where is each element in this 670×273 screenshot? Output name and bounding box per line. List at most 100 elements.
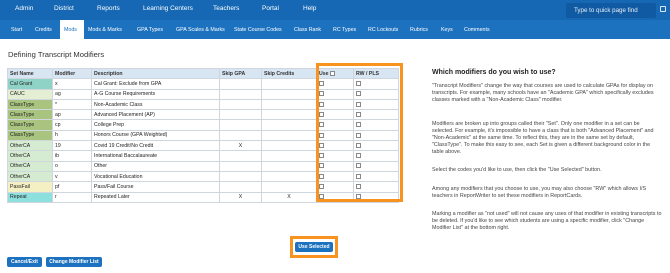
- description-cell: Covid 19 Credit/No Credit: [91, 140, 220, 152]
- modifier-cell: o: [52, 160, 92, 172]
- skip-credits-cell: [261, 119, 317, 131]
- skip-credits-cell: [261, 150, 317, 162]
- set-name-cell: OtherCA: [7, 170, 53, 183]
- menu-admin[interactable]: Admin: [15, 5, 33, 12]
- set-name-cell: ClassType: [7, 109, 53, 121]
- skip-gpa-cell: [219, 170, 262, 183]
- sub-nav-bar: Start Credits Mods & Marks GPA Types GPA…: [0, 20, 670, 39]
- tab-class-rank[interactable]: Class Rank: [294, 27, 321, 33]
- description-cell: College Prep: [91, 119, 220, 131]
- menu-help[interactable]: Help: [303, 5, 316, 12]
- skip-credits-cell: [261, 98, 317, 111]
- col-set-name: Set Name: [7, 67, 53, 80]
- skip-credits-cell: [261, 170, 317, 183]
- col-modifier: Modifier: [52, 67, 92, 80]
- tab-mods-marks[interactable]: Mods & Marks: [88, 27, 122, 33]
- set-name-cell: CAUC: [7, 88, 53, 100]
- tab-credits[interactable]: Credits: [35, 27, 52, 33]
- modifier-cell: ap: [52, 109, 92, 121]
- quick-find-input[interactable]: Type to quick page find: [566, 3, 656, 18]
- skip-gpa-cell: [219, 98, 262, 111]
- skip-credits-cell: [261, 88, 317, 100]
- side-paragraph-3: Select the codes you'd like to use, then…: [432, 167, 602, 173]
- menu-reports[interactable]: Reports: [97, 5, 120, 12]
- description-cell: International Baccalaureate: [91, 150, 220, 162]
- page-title: Defining Transcript Modifiers: [8, 50, 105, 59]
- skip-gpa-cell: [219, 78, 262, 90]
- tab-start[interactable]: Start: [11, 27, 22, 33]
- set-name-cell: ClassType: [7, 129, 53, 142]
- description-cell: Other: [91, 160, 220, 172]
- modifier-cell: *: [52, 98, 92, 111]
- description-cell: Advanced Placement (AP): [91, 109, 220, 121]
- skip-gpa-cell: [219, 109, 262, 121]
- col-skip-credits: Skip Credits: [261, 67, 317, 80]
- set-name-cell: Cal Grant: [7, 78, 53, 90]
- description-cell: Cal Grant: Exclude from GPA: [91, 78, 220, 90]
- skip-credits-cell: [261, 78, 317, 90]
- modifier-cell: pf: [52, 181, 92, 193]
- skip-credits-cell: [261, 129, 317, 142]
- skip-gpa-cell: [219, 150, 262, 162]
- modifier-cell: r: [52, 191, 92, 203]
- set-name-cell: OtherCA: [7, 160, 53, 172]
- side-heading: Which modifiers do you wish to use?: [432, 69, 556, 76]
- top-nav-bar: Admin District Reports Learning Centers …: [0, 0, 670, 20]
- menu-portal[interactable]: Portal: [262, 5, 279, 12]
- description-cell: A-G Course Requirements: [91, 88, 220, 100]
- skip-gpa-cell: [219, 129, 262, 142]
- side-paragraph-4: Among any modifiers that you choose to u…: [432, 186, 647, 199]
- tab-mods[interactable]: Mods: [64, 27, 77, 33]
- set-name-cell: PassFail: [7, 181, 53, 193]
- description-cell: Honors Course (GPA Weighted): [91, 129, 220, 142]
- tab-gpa-scales-marks[interactable]: GPA Scales & Marks: [176, 27, 225, 33]
- col-skip-gpa: Skip GPA: [219, 67, 262, 80]
- modifier-cell: ag: [52, 88, 92, 100]
- side-paragraph-2: Modifiers are broken up into groups call…: [432, 121, 654, 155]
- use-column-highlight: [316, 63, 403, 202]
- tab-gpa-types[interactable]: GPA Types: [137, 27, 163, 33]
- skip-credits-cell: [261, 181, 317, 193]
- skip-gpa-cell: [219, 88, 262, 100]
- modifier-cell: v: [52, 170, 92, 183]
- skip-gpa-cell: [219, 181, 262, 193]
- side-paragraph-5: Marking a modifier as "not used" will no…: [432, 211, 662, 231]
- skip-credits-cell: [261, 109, 317, 121]
- modifier-cell: h: [52, 129, 92, 142]
- skip-gpa-cell: X: [219, 140, 262, 152]
- use-selected-button[interactable]: Use Selected: [295, 242, 333, 252]
- tab-rc-lockouts[interactable]: RC Lockouts: [368, 27, 398, 33]
- menu-teachers[interactable]: Teachers: [213, 5, 239, 12]
- modifier-cell: ib: [52, 150, 92, 162]
- skip-credits-cell: [261, 160, 317, 172]
- skip-credits-cell: X: [261, 191, 317, 203]
- tab-rc-types[interactable]: RC Types: [333, 27, 356, 33]
- tab-state-course-codes[interactable]: State Course Codes: [234, 27, 282, 33]
- skip-gpa-cell: [219, 119, 262, 131]
- description-cell: Pass/Fail Course: [91, 181, 220, 193]
- description-cell: Repeated Later: [91, 191, 220, 203]
- modifier-cell: 19: [52, 140, 92, 152]
- col-description: Description: [91, 67, 220, 80]
- menu-district[interactable]: District: [54, 5, 74, 12]
- set-name-cell: ClassType: [7, 98, 53, 111]
- skip-credits-cell: [261, 140, 317, 152]
- side-paragraph-1: "Transcript Modifiers" change the way th…: [432, 83, 654, 103]
- skip-gpa-cell: X: [219, 191, 262, 203]
- cancel-exit-button[interactable]: Cancel/Exit: [7, 257, 42, 267]
- description-cell: Non-Academic Class: [91, 98, 220, 111]
- tab-comments[interactable]: Comments: [464, 27, 490, 33]
- set-name-cell: ClassType: [7, 119, 53, 131]
- lock-icon[interactable]: [660, 6, 666, 12]
- set-name-cell: OtherCA: [7, 150, 53, 162]
- menu-learning-centers[interactable]: Learning Centers: [143, 5, 193, 12]
- skip-gpa-cell: [219, 160, 262, 172]
- change-modifier-list-button[interactable]: Change Modifier List: [46, 257, 102, 267]
- modifier-cell: cp: [52, 119, 92, 131]
- set-name-cell: Repeat: [7, 191, 53, 203]
- tab-keys[interactable]: Keys: [441, 27, 453, 33]
- set-name-cell: OtherCA: [7, 140, 53, 152]
- modifier-cell: x: [52, 78, 92, 90]
- description-cell: Vocational Education: [91, 170, 220, 183]
- tab-rubrics[interactable]: Rubrics: [410, 27, 428, 33]
